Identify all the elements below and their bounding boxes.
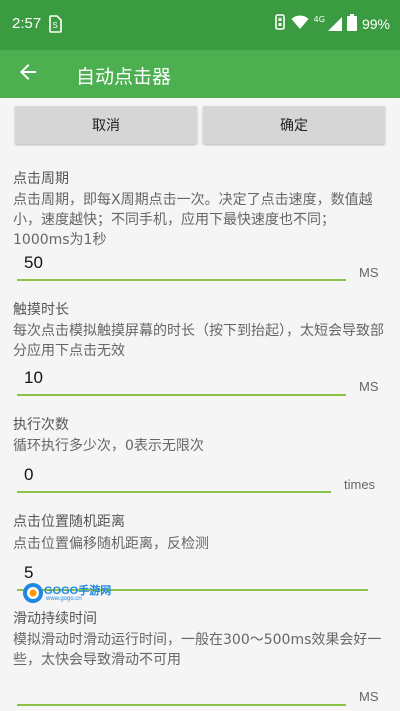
status-time: 2:57 — [12, 15, 42, 32]
setting-title: 触摸时长 — [13, 302, 69, 318]
action-buttons: 取消 确定 — [15, 106, 385, 144]
battery-percent: 99% — [361, 16, 390, 32]
network-type-label: 4G — [313, 15, 325, 24]
setting-description: 模拟滑动时滑动运行时间，一般在300～500ms效果会好一些，太快会导致滑动不可… — [13, 632, 382, 668]
setting-description: 循环执行多少次，0表示无限次 — [13, 438, 204, 454]
click-period-input[interactable]: 50 — [17, 253, 346, 281]
arrow-left-icon — [18, 62, 38, 86]
setting-title: 点击周期 — [13, 171, 69, 187]
unit-label: times — [344, 477, 376, 492]
unit-label: MS — [359, 265, 379, 280]
unit-label: MS — [359, 379, 379, 394]
app-bar: 自动点击器 — [0, 50, 400, 98]
input-value: 50 — [24, 253, 43, 272]
setting-description: 每次点击模拟触摸屏幕的时长（按下到抬起），太短会导致部分应用下点击无效 — [13, 323, 384, 359]
cancel-button[interactable]: 取消 — [15, 106, 197, 144]
setting-title: 点击位置随机距离 — [13, 514, 125, 530]
unit-label: MS — [359, 689, 379, 704]
watermark-subtext: www.gogo.cn — [46, 596, 82, 602]
input-value: 10 — [24, 368, 43, 387]
status-bar: 2:57 S 4G 99% — [0, 0, 400, 50]
page-title: 自动点击器 — [76, 66, 172, 88]
battery-icon — [346, 13, 357, 35]
confirm-button[interactable]: 确定 — [203, 106, 385, 144]
settings-content[interactable]: 取消 确定 点击周期 点击周期，即每X周期点击一次。决定了点击速度，数值越小，速… — [0, 98, 400, 711]
setting-description: 点击周期，即每X周期点击一次。决定了点击速度，数值越小，速度越快；不同手机，应用… — [13, 192, 373, 248]
setting-title: 滑动持续时间 — [13, 611, 97, 627]
sim-icon: S — [48, 15, 62, 33]
signal-icon: 4G — [314, 16, 342, 32]
setting-title: 执行次数 — [13, 417, 69, 433]
repeat-count-input[interactable]: 0 — [17, 465, 331, 493]
touch-duration-input[interactable]: 10 — [17, 368, 346, 396]
watermark-logo: GOGO手游网 www.gogo.cn — [22, 580, 114, 606]
back-button[interactable] — [10, 56, 46, 92]
input-value: 0 — [24, 465, 34, 484]
swipe-duration-input[interactable] — [17, 678, 346, 706]
svg-text:S: S — [52, 21, 57, 30]
wifi-icon — [291, 14, 309, 34]
vibrate-icon — [274, 14, 286, 34]
setting-description: 点击位置偏移随机距离，反检测 — [13, 536, 209, 552]
